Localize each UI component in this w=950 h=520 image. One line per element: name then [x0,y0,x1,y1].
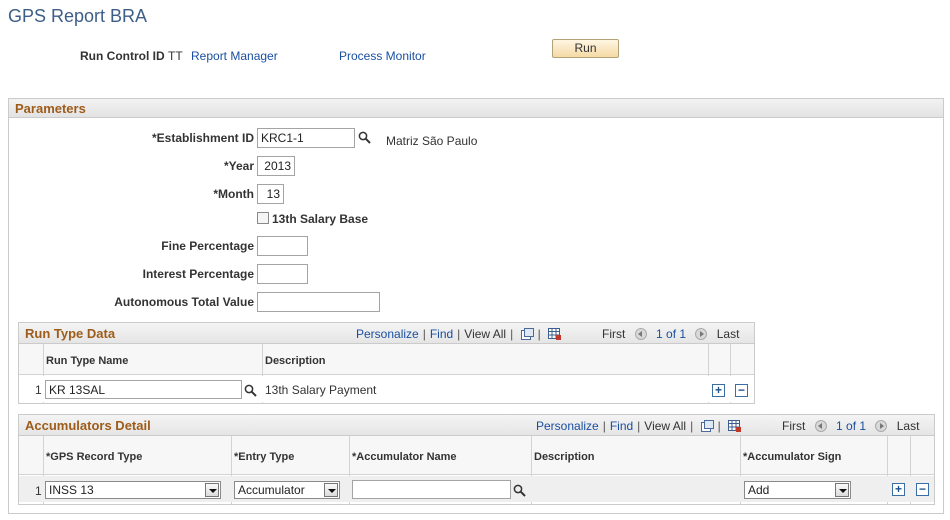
accumulator-search-icon[interactable] [513,484,526,497]
run-type-search-icon[interactable] [244,384,257,397]
run-type-find-link[interactable]: Find [430,327,453,341]
accumulators-grid-header: Accumulators Detail Personalize | Find | Vie… [19,415,934,436]
establishment-id-input[interactable] [257,128,355,148]
salary-base-label: 13th Salary Base [272,212,369,226]
run-type-pager: First 1 of 1 Last [602,327,739,341]
gps-record-type-value: INSS 13 [49,483,94,497]
run-type-personalize-link[interactable]: Personalize [356,327,419,341]
run-control-value: TT [168,49,183,63]
interest-percentage-label: Interest Percentage [142,267,254,281]
run-type-grid: Run Type Data Personalize | Find | View All |… [18,322,755,404]
fine-percentage-label: Fine Percentage [161,239,254,253]
year-label: *Year [223,159,254,173]
parameters-title: Parameters [15,101,86,116]
accumulators-personalize-link[interactable]: Personalize [536,419,599,433]
delete-row-button[interactable]: − [916,483,929,496]
fine-percentage-input[interactable] [257,236,308,256]
month-label: *Month [213,187,254,201]
year-input[interactable] [257,156,295,176]
interest-percentage-input[interactable] [257,264,308,284]
chevron-down-icon[interactable] [324,483,338,497]
run-type-header-row [19,344,754,375]
gps-record-type-column-header: *GPS Record Type [46,451,143,463]
chevron-down-icon[interactable] [835,483,849,497]
run-type-description-column-header: Description [265,355,326,367]
download-grid-icon[interactable] [548,328,562,340]
run-type-grid-nav: Personalize | Find | View All | | [356,327,562,341]
download-grid-icon[interactable] [728,420,742,432]
gps-record-type-select[interactable]: INSS 13 [45,481,221,499]
process-monitor-link[interactable]: Process Monitor [339,49,426,63]
accumulators-grid-title: Accumulators Detail [25,418,151,433]
row-number: 1 [35,484,42,498]
run-button[interactable]: Run [552,39,619,58]
new-window-icon[interactable] [520,328,534,340]
accumulators-prev-icon[interactable] [814,420,827,432]
chevron-down-icon[interactable] [205,483,219,497]
table-row: 1 13th Salary Payment + − [19,376,754,402]
accumulators-grid-nav: Personalize | Find | View All | | [536,419,742,433]
run-type-description: 13th Salary Payment [265,383,377,397]
run-type-first[interactable]: First [602,327,625,341]
accumulator-name-input[interactable] [352,480,511,499]
run-type-name-column-header: Run Type Name [46,355,129,367]
establishment-search-icon[interactable] [358,131,371,144]
accumulator-sign-select[interactable]: Add [744,481,851,499]
run-type-last[interactable]: Last [717,327,740,341]
parameters-header: Parameters [9,99,943,118]
run-type-count: 1 of 1 [656,327,687,341]
run-type-name-input[interactable] [45,380,242,399]
description-column-header: Description [534,451,595,463]
delete-row-button[interactable]: − [735,384,748,397]
entry-type-select[interactable]: Accumulator [234,481,340,499]
accumulator-sign-value: Add [748,483,770,497]
new-window-icon[interactable] [700,420,714,432]
run-control-label: Run Control ID [80,49,165,63]
entry-type-column-header: *Entry Type [234,451,295,463]
autonomous-total-input[interactable] [257,292,380,312]
entry-type-value: Accumulator [238,483,305,497]
table-row: 1 INSS 13 Accumulator Add + − [19,476,934,502]
run-type-view-all[interactable]: View All [464,327,506,341]
page-title: GPS Report BRA [8,6,148,26]
establishment-description: Matriz São Paulo [386,134,478,148]
add-row-button[interactable]: + [712,384,725,397]
accumulators-find-link[interactable]: Find [610,419,633,433]
salary-base-checkbox[interactable] [257,212,269,224]
report-manager-link[interactable]: Report Manager [191,49,278,63]
accumulators-first[interactable]: First [782,419,805,433]
accumulator-name-column-header: *Accumulator Name [352,451,457,463]
run-type-next-icon[interactable] [695,328,708,340]
run-type-prev-icon[interactable] [634,328,647,340]
add-row-button[interactable]: + [892,483,905,496]
accumulator-sign-column-header: *Accumulator Sign [743,451,842,463]
autonomous-total-label: Autonomous Total Value [114,295,254,309]
accumulators-last[interactable]: Last [897,419,920,433]
run-type-grid-header: Run Type Data Personalize | Find | View All |… [19,323,754,344]
month-input[interactable] [257,184,284,204]
accumulators-count: 1 of 1 [836,419,867,433]
accumulators-view-all[interactable]: View All [644,419,686,433]
accumulators-next-icon[interactable] [875,420,888,432]
establishment-id-label: *Establishment ID [151,131,254,145]
run-type-grid-title: Run Type Data [25,326,116,341]
row-number: 1 [35,383,42,397]
accumulators-grid: Accumulators Detail Personalize | Find | Vie… [18,414,935,505]
accumulators-pager: First 1 of 1 Last [782,419,919,433]
